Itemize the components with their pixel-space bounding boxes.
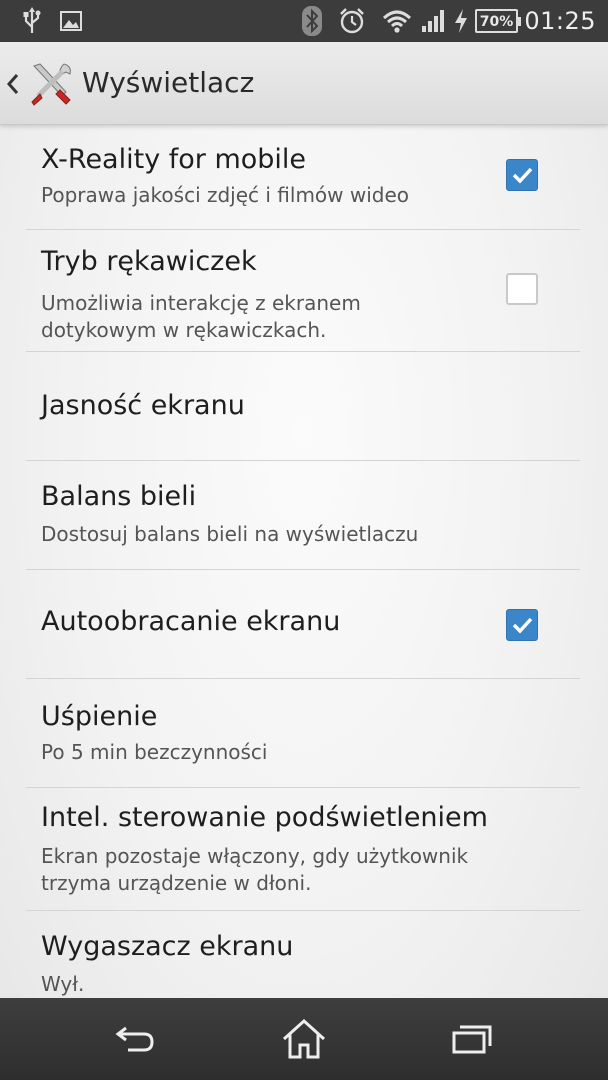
- setting-white-balance[interactable]: Balans bieli Dostosuj balans bieli na wy…: [26, 461, 580, 569]
- signal-icon: [420, 0, 448, 42]
- setting-brightness[interactable]: Jasność ekranu: [26, 352, 580, 460]
- setting-glove-mode[interactable]: Tryb rękawiczek Umożliwia interakcję z e…: [26, 230, 580, 351]
- battery-icon: 70%: [474, 0, 522, 42]
- setting-subtitle: Umożliwia interakcję z ekranem dotykowym…: [41, 291, 361, 342]
- recent-apps-icon[interactable]: [444, 1014, 500, 1064]
- setting-subtitle: Po 5 min bezczynności: [41, 740, 268, 764]
- navigation-bar: [0, 998, 608, 1080]
- setting-subtitle: Ekran pozostaje włączony, gdy użytkownik…: [41, 844, 469, 895]
- setting-title: Wygaszacz ekranu: [41, 931, 294, 962]
- setting-title: X-Reality for mobile: [41, 144, 307, 175]
- setting-screensaver[interactable]: Wygaszacz ekranu Wył.: [26, 911, 580, 998]
- action-bar: Wyświetlacz: [0, 42, 608, 125]
- setting-title: Tryb rękawiczek: [41, 246, 257, 277]
- home-icon[interactable]: [276, 1014, 332, 1064]
- setting-auto-rotate[interactable]: Autoobracanie ekranu: [26, 570, 580, 678]
- setting-subtitle: Wył.: [41, 972, 85, 996]
- usb-icon: [18, 0, 46, 42]
- setting-sleep[interactable]: Uśpienie Po 5 min bezczynności: [26, 679, 580, 787]
- setting-title: Uśpienie: [41, 701, 158, 732]
- wifi-icon: [381, 0, 413, 42]
- bluetooth-icon: [300, 0, 324, 42]
- settings-list: X-Reality for mobile Poprawa jakości zdj…: [0, 124, 608, 998]
- setting-title: Autoobracanie ekranu: [41, 606, 341, 637]
- glove-mode-checkbox[interactable]: [506, 273, 538, 305]
- clock-time: 01:25: [524, 7, 596, 35]
- status-bar: 70% 01:25: [0, 0, 608, 42]
- page-title: Wyświetlacz: [82, 66, 255, 99]
- setting-title: Balans bieli: [41, 481, 197, 512]
- chevron-left-icon[interactable]: [4, 64, 22, 104]
- battery-percent: 70%: [479, 14, 514, 30]
- alarm-icon: [336, 0, 368, 42]
- setting-smart-backlight[interactable]: Intel. sterowanie podświetleniem Ekran p…: [26, 788, 580, 910]
- x-reality-checkbox[interactable]: [506, 159, 538, 191]
- setting-x-reality[interactable]: X-Reality for mobile Poprawa jakości zdj…: [26, 124, 580, 228]
- back-icon[interactable]: [108, 1014, 164, 1064]
- setting-subtitle: Dostosuj balans bieli na wyświetlaczu: [41, 522, 419, 546]
- setting-title: Jasność ekranu: [41, 390, 245, 421]
- setting-subtitle: Poprawa jakości zdjęć i filmów wideo: [41, 183, 410, 207]
- image-icon: [58, 0, 84, 42]
- charging-icon: [452, 0, 470, 42]
- auto-rotate-checkbox[interactable]: [506, 609, 538, 641]
- setting-title: Intel. sterowanie podświetleniem: [41, 802, 488, 833]
- tools-icon[interactable]: [26, 60, 74, 108]
